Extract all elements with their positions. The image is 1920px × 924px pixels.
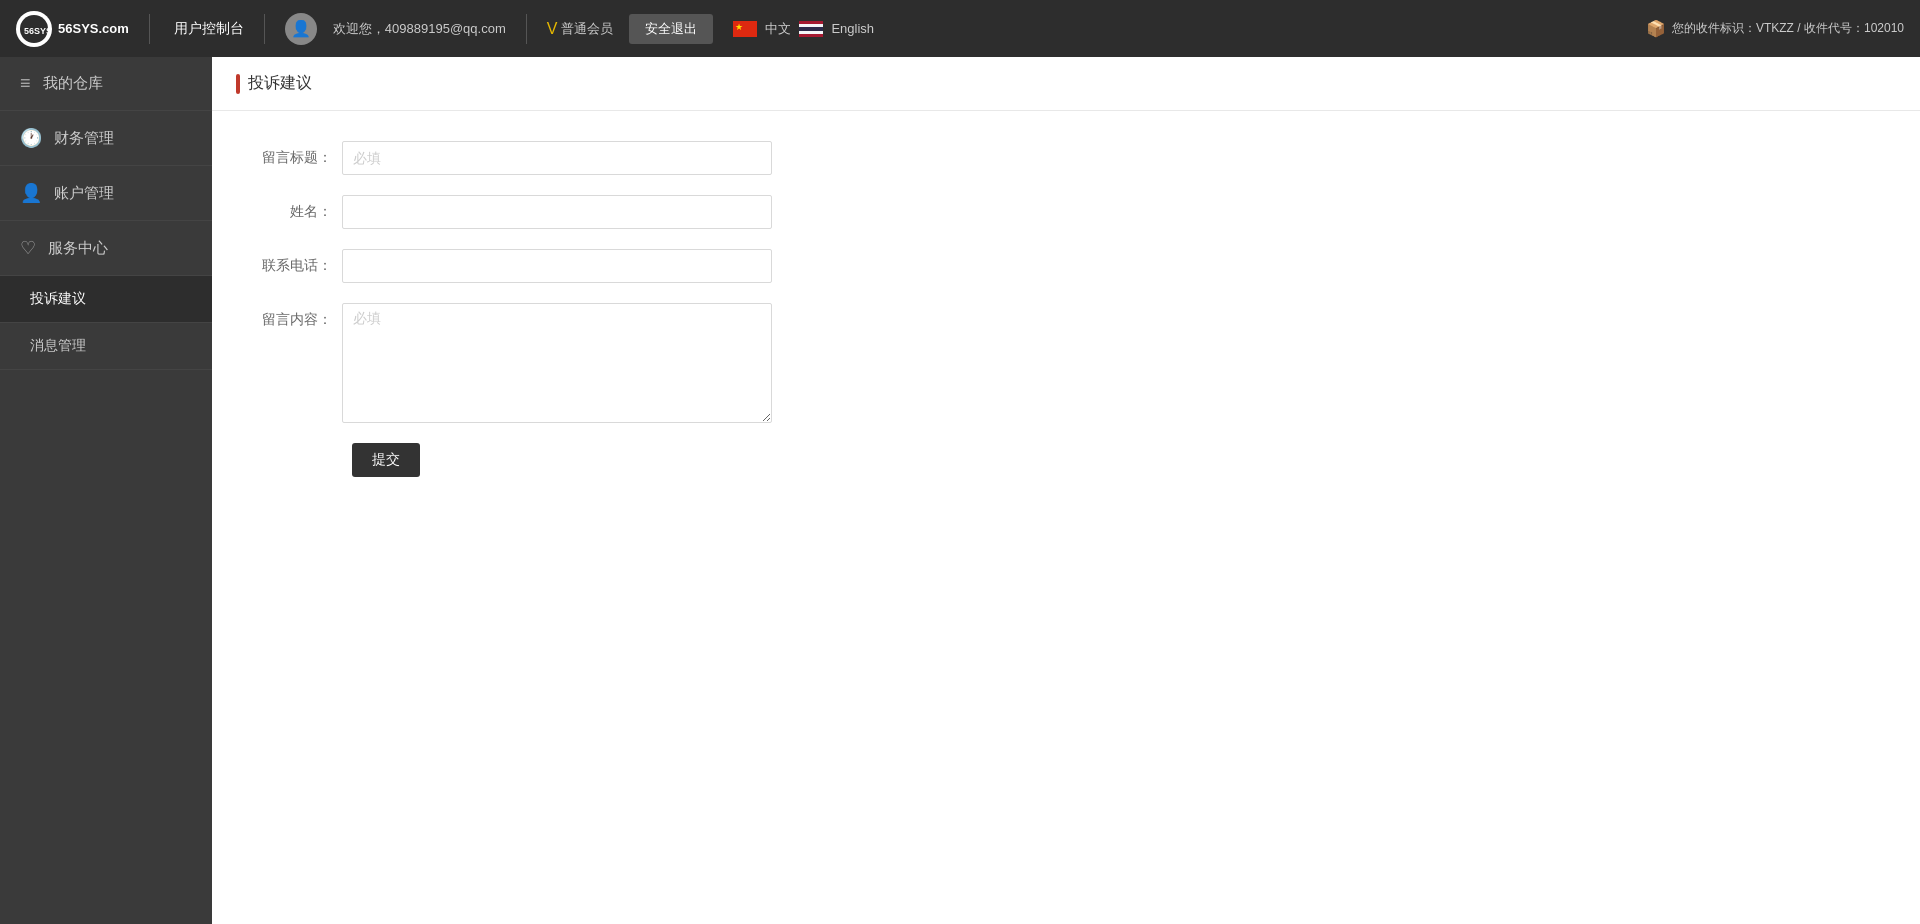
submit-row: 提交 (252, 443, 1880, 477)
name-label: 姓名： (252, 195, 342, 221)
subject-input[interactable] (342, 141, 772, 175)
header-divider-1 (149, 14, 150, 44)
sidebar-item-message[interactable]: 消息管理 (0, 323, 212, 370)
member-label: 普通会员 (561, 20, 613, 38)
flag-cn-icon (733, 21, 757, 37)
welcome-text: 欢迎您，409889195@qq.com (333, 20, 506, 38)
account-icon: 👤 (20, 182, 42, 204)
header: 56SYS 56SYS.com 用户控制台 👤 欢迎您，409889195@qq… (0, 0, 1920, 57)
language-section: 中文 English (733, 20, 874, 38)
lang-en-label[interactable]: English (831, 21, 874, 36)
parcel-icon: 📦 (1646, 19, 1666, 38)
logout-button[interactable]: 安全退出 (629, 14, 713, 44)
page-header-bar (236, 74, 240, 94)
submit-button[interactable]: 提交 (352, 443, 420, 477)
form-row-name: 姓名： (252, 195, 1880, 229)
lang-cn-label[interactable]: 中文 (765, 20, 791, 38)
sidebar-item-service-label: 服务中心 (48, 239, 108, 258)
sidebar-item-finance-label: 财务管理 (54, 129, 114, 148)
control-panel-label: 用户控制台 (174, 20, 244, 38)
user-id-section: 📦 您的收件标识：VTKZZ / 收件代号：102010 (1646, 19, 1904, 38)
svg-text:56SYS: 56SYS (24, 26, 49, 36)
sidebar-item-message-label: 消息管理 (30, 337, 86, 353)
header-divider-3 (526, 14, 527, 44)
form-row-phone: 联系电话： (252, 249, 1880, 283)
subject-label: 留言标题： (252, 141, 342, 167)
member-badge: V 普通会员 (547, 20, 614, 38)
sidebar: ≡ 我的仓库 🕐 财务管理 👤 账户管理 ♡ 服务中心 投诉建议 消息管理 (0, 57, 212, 924)
sidebar-item-warehouse-label: 我的仓库 (43, 74, 103, 93)
main-content: 投诉建议 留言标题： 姓名： 联系电话： 留言内容： (212, 57, 1920, 924)
service-icon: ♡ (20, 237, 36, 259)
logo-icon: 56SYS (16, 11, 52, 47)
phone-label: 联系电话： (252, 249, 342, 275)
flag-th-icon (799, 21, 823, 37)
sidebar-item-complaint-label: 投诉建议 (30, 290, 86, 306)
member-icon: V (547, 20, 558, 38)
page-title: 投诉建议 (248, 73, 312, 94)
layout: ≡ 我的仓库 🕐 财务管理 👤 账户管理 ♡ 服务中心 投诉建议 消息管理 投诉… (0, 57, 1920, 924)
name-input[interactable] (342, 195, 772, 229)
sidebar-item-warehouse[interactable]: ≡ 我的仓库 (0, 57, 212, 111)
sidebar-item-service[interactable]: ♡ 服务中心 (0, 221, 212, 276)
form-row-subject: 留言标题： (252, 141, 1880, 175)
content-label: 留言内容： (252, 303, 342, 329)
user-id-text: 您的收件标识：VTKZZ / 收件代号：102010 (1672, 20, 1904, 37)
avatar: 👤 (285, 13, 317, 45)
header-divider-2 (264, 14, 265, 44)
logo-text: 56SYS.com (58, 21, 129, 36)
logo: 56SYS 56SYS.com (16, 11, 129, 47)
warehouse-icon: ≡ (20, 73, 31, 94)
page-header: 投诉建议 (212, 57, 1920, 111)
form-row-content: 留言内容： (252, 303, 1880, 423)
phone-input[interactable] (342, 249, 772, 283)
complaint-form: 留言标题： 姓名： 联系电话： 留言内容： 提交 (212, 111, 1920, 507)
sidebar-item-complaint[interactable]: 投诉建议 (0, 276, 212, 323)
finance-icon: 🕐 (20, 127, 42, 149)
sidebar-item-account[interactable]: 👤 账户管理 (0, 166, 212, 221)
content-textarea[interactable] (342, 303, 772, 423)
sidebar-item-finance[interactable]: 🕐 财务管理 (0, 111, 212, 166)
sidebar-item-account-label: 账户管理 (54, 184, 114, 203)
